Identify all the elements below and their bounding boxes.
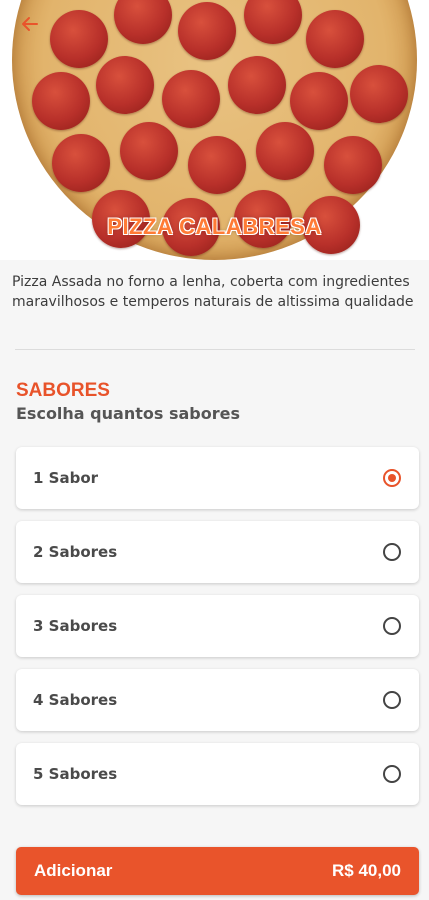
arrow-left-icon [22, 17, 38, 31]
divider [15, 349, 415, 350]
add-to-cart-button[interactable]: Adicionar R$ 40,00 [16, 847, 419, 895]
radio-button[interactable] [383, 691, 401, 709]
flavor-options: 1 Sabor 2 Sabores 3 Sabores 4 Sabores 5 … [16, 447, 419, 817]
product-title: PIZZA CALABRESA [107, 214, 322, 239]
product-description: Pizza Assada no forno a lenha, coberta c… [12, 274, 414, 310]
option-label: 5 Sabores [33, 765, 118, 783]
add-button-label: Adicionar [34, 861, 113, 880]
option-label: 2 Sabores [33, 543, 118, 561]
back-button[interactable] [14, 8, 46, 40]
option-3-sabores[interactable]: 3 Sabores [16, 595, 419, 657]
radio-button[interactable] [383, 543, 401, 561]
section-title: SABORES [16, 380, 110, 401]
option-label: 4 Sabores [33, 691, 118, 709]
option-label: 3 Sabores [33, 617, 118, 635]
section-subtitle: Escolha quantos sabores [16, 404, 240, 423]
radio-button[interactable] [383, 617, 401, 635]
price-label: R$ 40,00 [332, 861, 401, 880]
option-label: 1 Sabor [33, 469, 99, 487]
product-image: PIZZA CALABRESA [0, 0, 429, 260]
option-1-sabor[interactable]: 1 Sabor [16, 447, 419, 509]
option-5-sabores[interactable]: 5 Sabores [16, 743, 419, 805]
radio-button[interactable] [383, 765, 401, 783]
radio-button[interactable] [383, 469, 401, 487]
option-4-sabores[interactable]: 4 Sabores [16, 669, 419, 731]
option-2-sabores[interactable]: 2 Sabores [16, 521, 419, 583]
